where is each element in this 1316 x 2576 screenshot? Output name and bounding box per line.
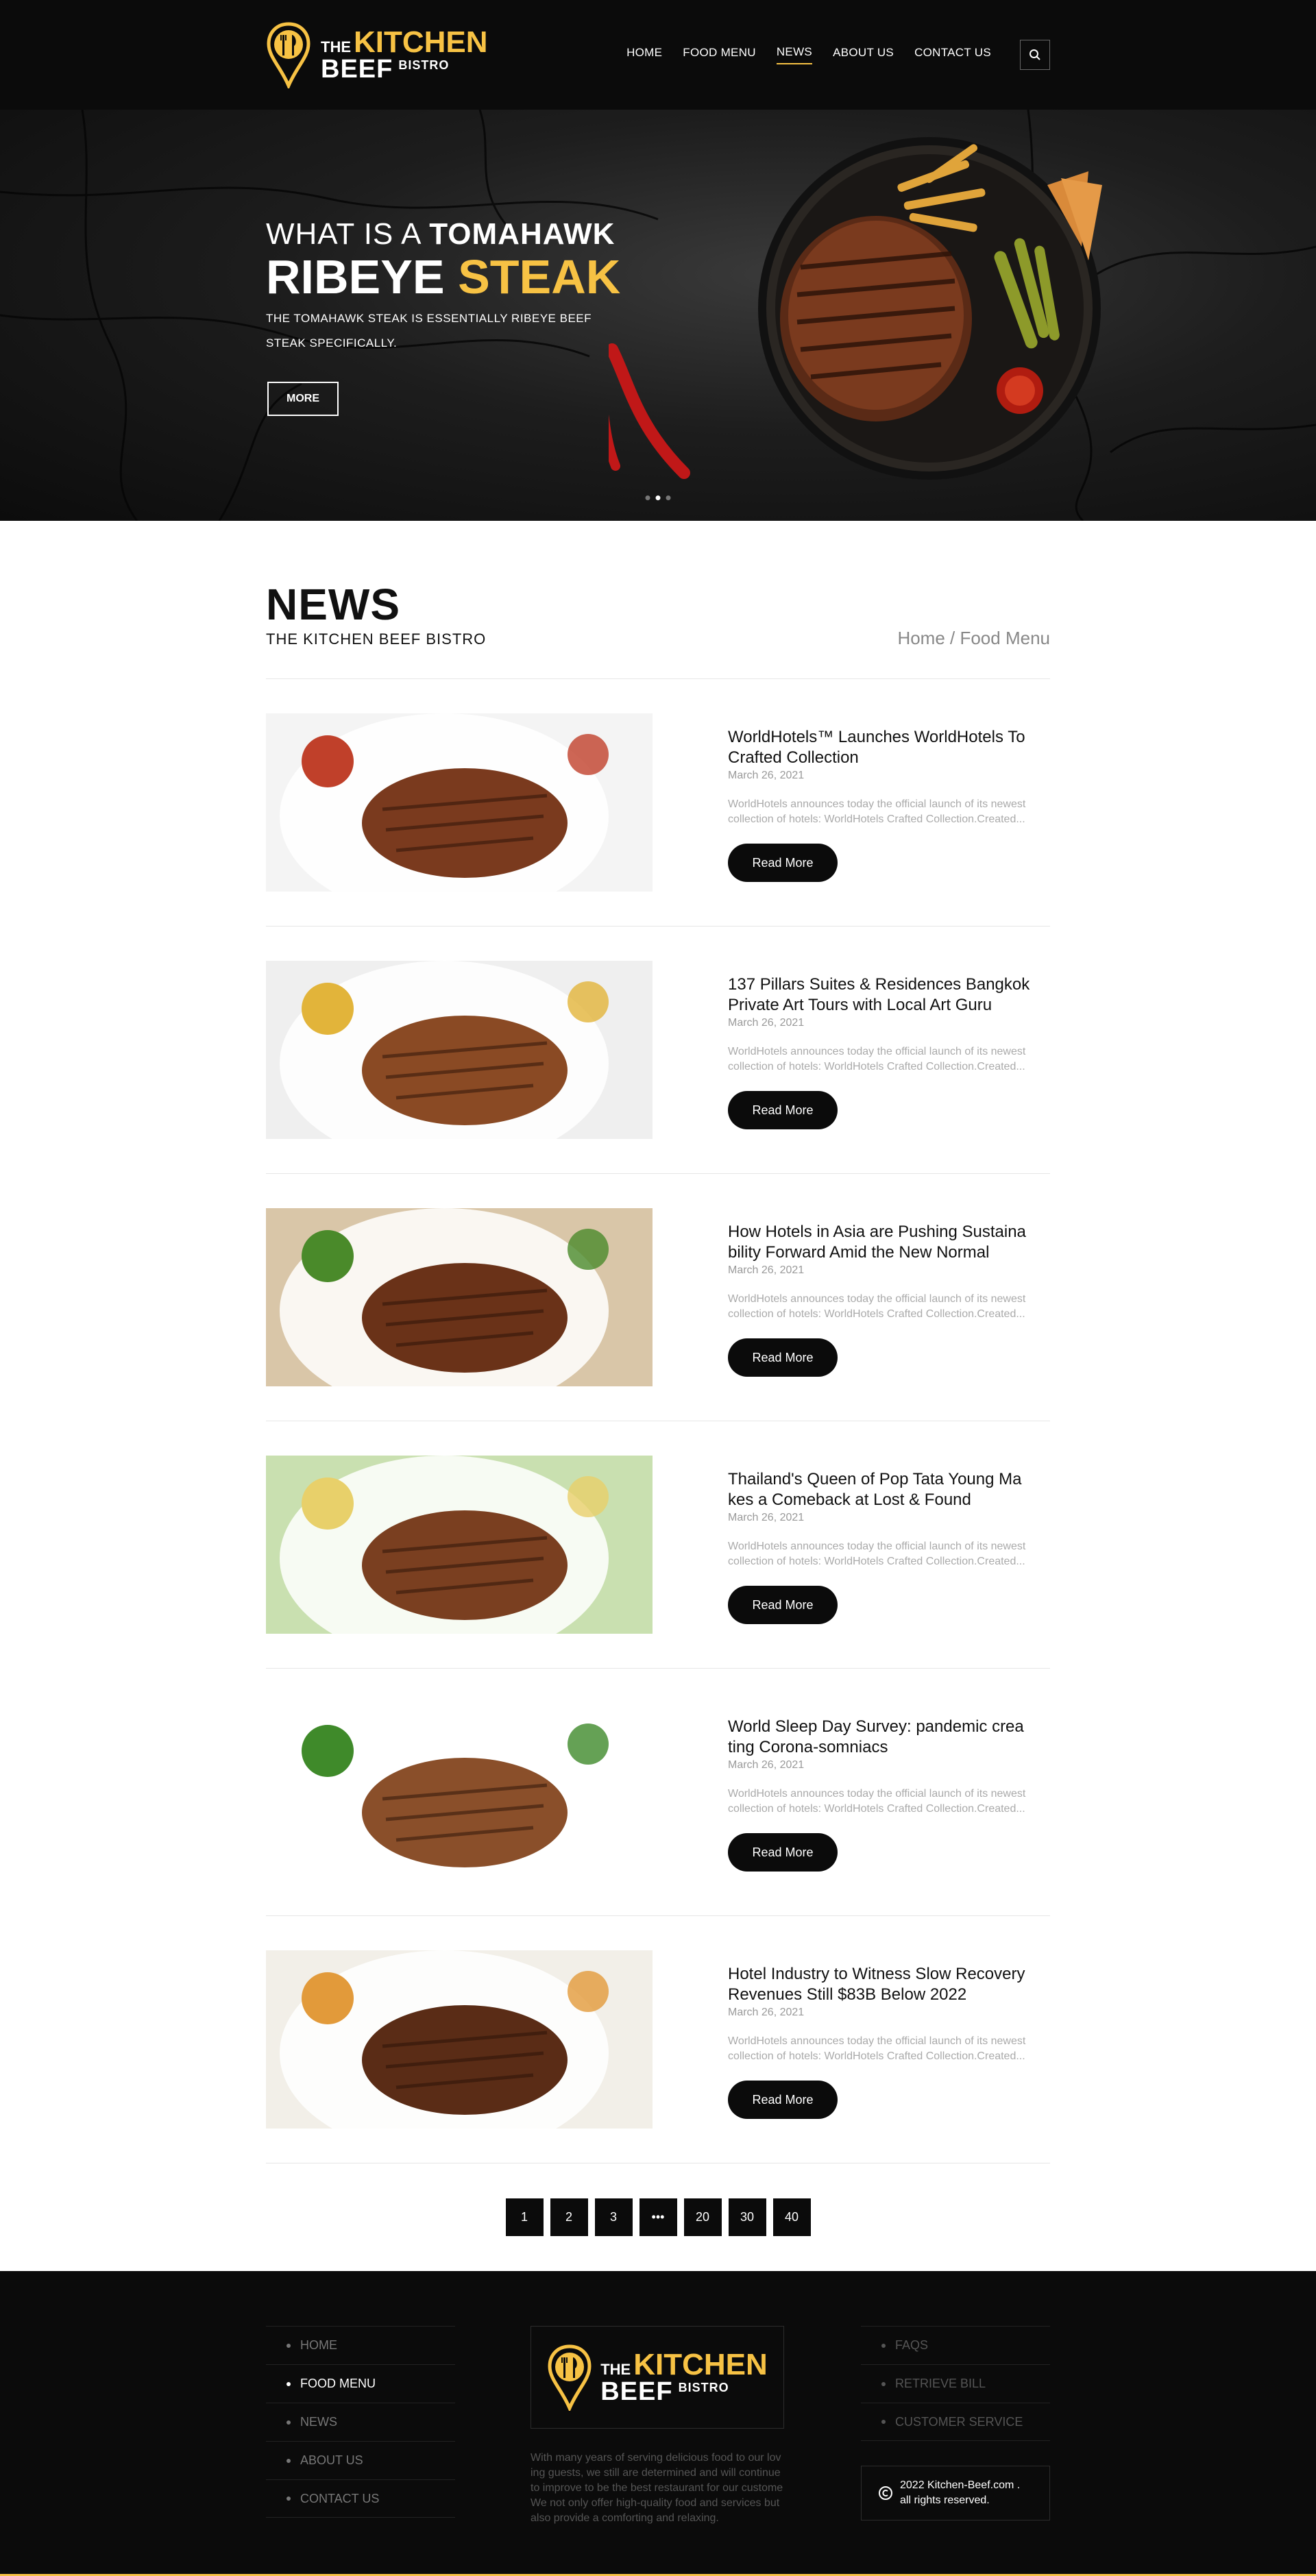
read-more-button[interactable]: Read More bbox=[728, 1586, 838, 1624]
read-more-button[interactable]: Read More bbox=[728, 1091, 838, 1129]
footer-nav: HOME FOOD MENU NEWS ABOUT US CONTACT US bbox=[266, 2326, 455, 2518]
footer-link-retrieve-bill[interactable]: RETRIEVE BILL bbox=[861, 2364, 1050, 2403]
search-icon bbox=[1029, 49, 1040, 60]
logo-the: THE bbox=[321, 38, 351, 56]
news-item: Thailand's Queen of Pop Tata Young Ma ke… bbox=[266, 1421, 1050, 1669]
news-item: World Sleep Day Survey: pandemic crea ti… bbox=[266, 1669, 1050, 1916]
search-button[interactable] bbox=[1020, 40, 1050, 70]
news-item: Hotel Industry to Witness Slow Recovery … bbox=[266, 1916, 1050, 2163]
page-ellipsis-button[interactable]: ••• bbox=[639, 2198, 677, 2236]
footer-logo-the: THE bbox=[600, 2361, 631, 2378]
read-more-button[interactable]: Read More bbox=[728, 1833, 838, 1872]
news-title[interactable]: 137 Pillars Suites & Residences Bangkok … bbox=[728, 974, 1050, 1016]
news-title[interactable]: Hotel Industry to Witness Slow Recovery … bbox=[728, 1964, 1050, 2005]
footer-link-contact-us[interactable]: CONTACT US bbox=[266, 2479, 455, 2518]
news-excerpt: WorldHotels announces today the official… bbox=[728, 798, 1026, 825]
page-40-button[interactable]: 40 bbox=[772, 2198, 811, 2236]
news-item: How Hotels in Asia are Pushing Sustaina … bbox=[266, 1174, 1050, 1421]
news-thumbnail[interactable] bbox=[266, 1950, 653, 2129]
footer-about-text: With many years of serving delicious foo… bbox=[531, 2452, 783, 2524]
brand-logo[interactable]: THEKITCHEN BEEF BISTRO bbox=[266, 21, 488, 88]
page-2-button[interactable]: 2 bbox=[550, 2198, 588, 2236]
copyright-icon bbox=[879, 2486, 892, 2500]
hero-line-1: WHAT IS A TOMAHAWK bbox=[266, 217, 616, 251]
hero-banner: WHAT IS A TOMAHAWK RIBEYE STEAK THE TOMA… bbox=[0, 110, 1316, 521]
site-header: THEKITCHEN BEEF BISTRO HOME FOOD MENU NEW… bbox=[0, 0, 1316, 110]
page-20-button[interactable]: 20 bbox=[683, 2198, 722, 2236]
footer-logo-bistro: BISTRO bbox=[678, 2381, 729, 2394]
main-nav: HOME FOOD MENU NEWS ABOUT US CONTACT US bbox=[626, 40, 1050, 70]
hero-line-2: RIBEYE STEAK bbox=[266, 250, 621, 304]
news-date: March 26, 2021 bbox=[728, 1759, 805, 1771]
news-thumbnail[interactable] bbox=[266, 961, 653, 1139]
news-excerpt: WorldHotels announces today the official… bbox=[728, 2035, 1026, 2062]
news-date: March 26, 2021 bbox=[728, 770, 805, 781]
copyright-line-2: all rights reserved. bbox=[900, 2494, 990, 2506]
carousel-dot[interactable] bbox=[666, 495, 671, 500]
hero-description: THE TOMAHAWK STEAK IS ESSENTIALLY RIBEYE… bbox=[266, 312, 592, 349]
footer-link-news[interactable]: NEWS bbox=[266, 2403, 455, 2441]
hero-more-button[interactable]: MORE bbox=[267, 382, 339, 416]
hero-carousel-dots bbox=[645, 495, 671, 500]
news-thumbnail[interactable] bbox=[266, 1703, 653, 1881]
breadcrumb[interactable]: Home / Food Menu bbox=[897, 628, 1050, 649]
news-title[interactable]: World Sleep Day Survey: pandemic crea ti… bbox=[728, 1717, 1050, 1758]
page-30-button[interactable]: 30 bbox=[728, 2198, 766, 2236]
footer-logo-beef: BEEF bbox=[600, 2377, 673, 2406]
site-footer: HOME FOOD MENU NEWS ABOUT US CONTACT US … bbox=[0, 2271, 1316, 2576]
read-more-button[interactable]: Read More bbox=[728, 844, 838, 882]
pin-fork-knife-icon bbox=[267, 22, 310, 88]
footer-link-faqs[interactable]: FAQS bbox=[861, 2326, 1050, 2364]
page-1-button[interactable]: 1 bbox=[505, 2198, 544, 2236]
news-thumbnail[interactable] bbox=[266, 1208, 653, 1386]
carousel-dot[interactable] bbox=[645, 495, 650, 500]
nav-about-us[interactable]: ABOUT US bbox=[833, 46, 894, 64]
logo-beef: BEEF bbox=[321, 55, 393, 84]
news-item: 137 Pillars Suites & Residences Bangkok … bbox=[266, 927, 1050, 1174]
footer-logo[interactable]: THEKITCHEN BEEF BISTRO bbox=[531, 2326, 784, 2429]
page-3-button[interactable]: 3 bbox=[594, 2198, 633, 2236]
copyright-line-1: 2022 Kitchen-Beef.com . bbox=[900, 2479, 1021, 2491]
pin-fork-knife-icon bbox=[548, 2344, 592, 2411]
steak-plate-image bbox=[609, 137, 1102, 480]
news-excerpt: WorldHotels announces today the official… bbox=[728, 1788, 1026, 1815]
news-title[interactable]: Thailand's Queen of Pop Tata Young Ma ke… bbox=[728, 1469, 1050, 1510]
news-title[interactable]: How Hotels in Asia are Pushing Sustaina … bbox=[728, 1222, 1050, 1263]
logo-bistro: BISTRO bbox=[398, 58, 450, 72]
news-item: WorldHotels™ Launches WorldHotels To Cra… bbox=[266, 679, 1050, 927]
news-excerpt: WorldHotels announces today the official… bbox=[728, 1046, 1026, 1072]
news-date: March 26, 2021 bbox=[728, 2007, 805, 2018]
footer-nav-secondary: FAQS RETRIEVE BILL CUSTOMER SERVICE bbox=[861, 2326, 1050, 2441]
page-title: NEWS bbox=[266, 580, 400, 629]
news-section: NEWS THE KITCHEN BEEF BISTRO Home / Food… bbox=[266, 521, 1050, 2271]
news-title[interactable]: WorldHotels™ Launches WorldHotels To Cra… bbox=[728, 727, 1050, 768]
nav-food-menu[interactable]: FOOD MENU bbox=[683, 46, 756, 64]
footer-link-customer-service[interactable]: CUSTOMER SERVICE bbox=[861, 2403, 1050, 2441]
copyright-box: 2022 Kitchen-Beef.com . all rights reser… bbox=[861, 2466, 1050, 2520]
carousel-dot-active[interactable] bbox=[655, 495, 661, 500]
news-date: March 26, 2021 bbox=[728, 1512, 805, 1523]
news-date: March 26, 2021 bbox=[728, 1264, 805, 1276]
footer-logo-kitchen: KITCHEN bbox=[633, 2348, 768, 2381]
footer-link-about-us[interactable]: ABOUT US bbox=[266, 2441, 455, 2479]
news-date: March 26, 2021 bbox=[728, 1017, 805, 1029]
pagination: 1 2 3 ••• 20 30 40 bbox=[266, 2163, 1050, 2271]
read-more-button[interactable]: Read More bbox=[728, 2081, 838, 2119]
logo-kitchen: KITCHEN bbox=[354, 25, 488, 59]
footer-link-food-menu[interactable]: FOOD MENU bbox=[266, 2364, 455, 2403]
nav-news[interactable]: NEWS bbox=[776, 45, 813, 64]
news-thumbnail[interactable] bbox=[266, 1456, 653, 1634]
nav-contact-us[interactable]: CONTACT US bbox=[914, 46, 991, 64]
read-more-button[interactable]: Read More bbox=[728, 1338, 838, 1377]
news-excerpt: WorldHotels announces today the official… bbox=[728, 1541, 1026, 1567]
footer-link-home[interactable]: HOME bbox=[266, 2326, 455, 2364]
news-thumbnail[interactable] bbox=[266, 713, 653, 892]
nav-home[interactable]: HOME bbox=[626, 46, 662, 64]
news-excerpt: WorldHotels announces today the official… bbox=[728, 1293, 1026, 1320]
